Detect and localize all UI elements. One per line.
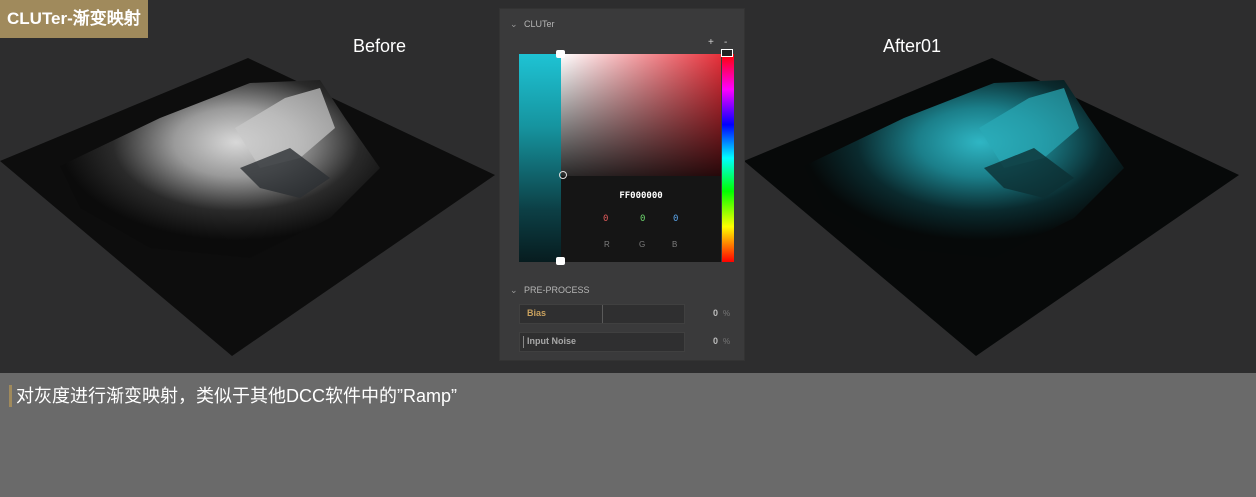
green-value[interactable]: 0: [640, 214, 645, 224]
gradient-stop-bottom[interactable]: [556, 257, 565, 265]
hue-slider[interactable]: [722, 54, 734, 262]
preprocess-section-header[interactable]: ⌄ PRE-PROCESS: [510, 285, 590, 296]
blue-value[interactable]: 0: [673, 214, 678, 224]
before-terrain-image: [0, 58, 495, 356]
hex-value[interactable]: FF000000: [561, 191, 721, 201]
cluter-section-title: CLUTer: [524, 19, 555, 29]
caption-text: 对灰度进行渐变映射，类似于其他DCC软件中的”Ramp”: [9, 385, 457, 407]
input-noise-unit: %: [723, 337, 731, 346]
add-stop-button[interactable]: +: [708, 37, 714, 48]
cluter-panel: ⌄ CLUTer + - FF000000 0 0 0 R G B ⌄ PRE-PR…: [499, 8, 745, 361]
blue-label: B: [672, 240, 678, 249]
title-tag: CLUTer-渐变映射: [0, 0, 148, 38]
cluter-section-header[interactable]: ⌄ CLUTer: [510, 19, 555, 30]
input-noise-slider-tick: [523, 336, 524, 348]
bias-label: Bias: [527, 308, 547, 318]
color-picker: FF000000 0 0 0 R G B: [519, 49, 734, 265]
bias-unit: %: [723, 309, 731, 318]
chevron-down-icon[interactable]: ⌄: [510, 19, 524, 30]
color-marker[interactable]: [559, 171, 567, 179]
gradient-ramp[interactable]: [519, 54, 561, 262]
bias-value[interactable]: 0: [713, 308, 718, 318]
input-noise-slider[interactable]: Input Noise: [519, 332, 685, 352]
green-label: G: [639, 240, 646, 249]
gradient-stop-top[interactable]: [556, 50, 565, 58]
after-terrain-image: [744, 58, 1239, 356]
red-value[interactable]: 0: [603, 214, 608, 224]
chevron-down-icon[interactable]: ⌄: [510, 285, 524, 296]
remove-stop-button[interactable]: -: [724, 37, 727, 48]
red-label: R: [604, 240, 610, 249]
after-label: After01: [883, 36, 942, 56]
input-noise-value[interactable]: 0: [713, 336, 718, 346]
input-noise-label: Input Noise: [527, 336, 576, 346]
before-label: Before: [353, 36, 407, 56]
preprocess-section-title: PRE-PROCESS: [524, 285, 590, 295]
hue-slider-handle[interactable]: [721, 49, 733, 57]
bias-slider[interactable]: Bias: [519, 304, 685, 324]
